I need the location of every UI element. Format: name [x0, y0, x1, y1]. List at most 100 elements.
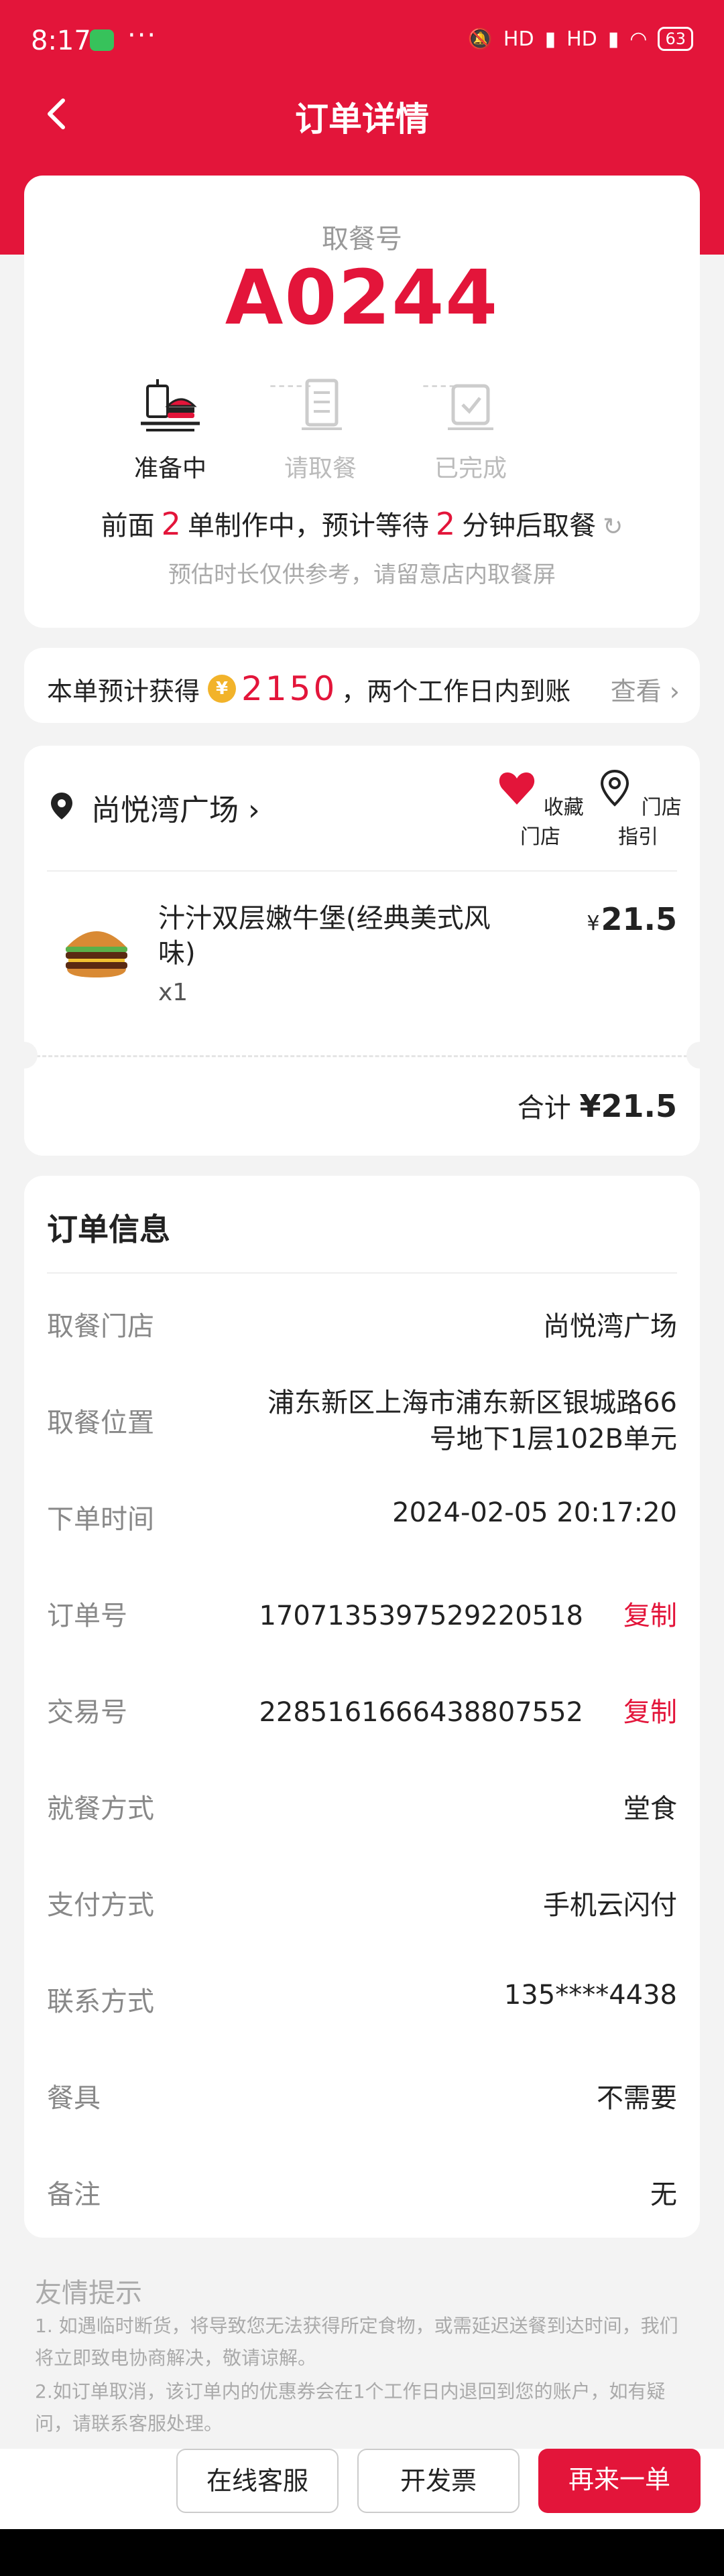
- view-label: 查看: [610, 677, 662, 706]
- pickup-number: A0244: [225, 255, 499, 342]
- status-time: 8:17: [31, 25, 91, 56]
- bottom-action-bar: 在线客服 开发票 再来一单: [0, 2449, 724, 2529]
- wifi-icon: ◠: [629, 27, 648, 51]
- food-tray-icon: [141, 379, 200, 431]
- queue-count: 2: [161, 506, 181, 542]
- divider: [47, 870, 677, 872]
- item-currency: ¥: [587, 912, 600, 935]
- step-completed: 已完成: [404, 377, 538, 484]
- info-value-line2: 号地下1层102B单元: [429, 1424, 677, 1454]
- info-key: 联系方式: [47, 1986, 154, 2017]
- wait-prefix: 前面: [101, 511, 155, 541]
- chevron-right-icon: ›: [239, 793, 260, 827]
- info-value: 无: [650, 2179, 677, 2210]
- info-value: 2024-02-05 20:17:20: [392, 1497, 677, 1528]
- receipt-icon: [302, 379, 342, 430]
- item-quantity: x1: [158, 979, 188, 1006]
- info-value: 1707135397529220518 复制: [259, 1594, 677, 1633]
- step-label: 请取餐: [284, 455, 357, 482]
- store-directions-button[interactable]: 门店指引: [591, 768, 685, 850]
- step-label: 准备中: [133, 455, 206, 482]
- order-number: 1707135397529220518: [259, 1601, 583, 1631]
- rewards-amount: 2150: [241, 669, 338, 708]
- store-name-link[interactable]: 尚悦湾广场 ›: [91, 786, 260, 829]
- status-more: ···: [127, 20, 158, 51]
- rewards-prefix: 本单预计获得: [47, 676, 200, 706]
- dashed-divider: [24, 1055, 700, 1057]
- wait-note: 预估时长仅供参考，请留意店内取餐屏: [168, 561, 556, 588]
- refresh-icon[interactable]: ↻: [603, 513, 623, 541]
- item-price: ¥21.5: [587, 901, 677, 937]
- system-nav-bar: [0, 2529, 724, 2576]
- battery-indicator: 63: [658, 27, 693, 51]
- heart-icon: [499, 772, 535, 805]
- wait-suffix: 分钟后取餐: [462, 511, 597, 541]
- order-total: 合计 ¥21.5: [518, 1086, 677, 1125]
- mute-icon: 🔕: [467, 27, 493, 51]
- info-key: 取餐位置: [47, 1408, 154, 1438]
- total-label: 合计: [517, 1093, 571, 1124]
- copy-transaction-number-button[interactable]: 复制: [623, 1697, 677, 1728]
- pickup-card: 取餐号 A0244 准备中 ----- 请取餐 ----- 已完成 前面 2 单…: [24, 176, 700, 628]
- info-key: 备注: [47, 2179, 101, 2210]
- info-value: 堂食: [623, 1793, 677, 1824]
- info-key: 交易号: [47, 1697, 127, 1728]
- burger-image: [66, 931, 127, 977]
- online-service-button[interactable]: 在线客服: [176, 2449, 339, 2513]
- step-ready: 请取餐: [253, 377, 387, 484]
- info-key: 订单号: [47, 1601, 127, 1631]
- signal-icon: ▮: [607, 27, 619, 51]
- info-value: 2285161666438807552 复制: [259, 1690, 677, 1729]
- info-value: 尚悦湾广场: [543, 1311, 677, 1342]
- signal-hd-1: HD: [503, 27, 534, 51]
- info-value: 不需要: [597, 2083, 677, 2114]
- step-label: 已完成: [434, 455, 507, 482]
- info-value: 手机云闪付: [543, 1890, 677, 1921]
- tips-title: 友情提示: [35, 2278, 142, 2309]
- ticket-notch: [686, 1042, 700, 1069]
- ticket-notch: [24, 1042, 38, 1069]
- tip-line: 问，请联系客服处理。: [35, 2413, 223, 2435]
- info-key: 下单时间: [47, 1504, 154, 1535]
- favorite-store-button[interactable]: 收藏门店: [493, 768, 587, 850]
- signal-hd-2: HD: [566, 27, 597, 51]
- info-value-line1: 浦东新区上海市浦东新区银城路66: [267, 1387, 677, 1418]
- status-bar: 8:17 ··· 🔕 HD ▮ HD ▮ ◠ 63: [0, 0, 724, 80]
- coin-icon: ¥: [208, 675, 237, 703]
- total-value: ¥21.5: [579, 1088, 677, 1124]
- pickup-label: 取餐号: [322, 224, 402, 255]
- store-card: 尚悦湾广场 › 收藏门店 门店指引 汁汁双层嫩牛堡(经典美式风味) x1 ¥21…: [24, 746, 700, 1156]
- info-key: 就餐方式: [47, 1793, 154, 1824]
- rewards-suffix: ，两个工作日内到账: [341, 676, 571, 706]
- location-pin-icon: [51, 793, 72, 819]
- copy-order-number-button[interactable]: 复制: [623, 1601, 677, 1631]
- nav-bar: 订单详情: [0, 80, 724, 147]
- item-name: 汁汁双层嫩牛堡(经典美式风味): [158, 903, 491, 969]
- page-title: 订单详情: [295, 100, 429, 139]
- reorder-button[interactable]: 再来一单: [538, 2449, 701, 2513]
- info-key: 餐具: [47, 2083, 101, 2114]
- wait-middle: 单制作中，预计等待: [187, 511, 429, 541]
- view-rewards-link[interactable]: 查看 ›: [611, 671, 680, 707]
- rewards-card[interactable]: 本单预计获得 ¥ 2150 ，两个工作日内到账 查看 ›: [24, 648, 700, 723]
- wait-estimate: 前面 2 单制作中，预计等待 2 分钟后取餐 ↻: [24, 504, 700, 543]
- rewards-text: 本单预计获得 ¥ 2150 ，两个工作日内到账: [47, 669, 570, 708]
- store-name: 尚悦湾广场: [91, 793, 239, 827]
- wechat-icon: [90, 29, 114, 51]
- invoice-button[interactable]: 开发票: [357, 2449, 520, 2513]
- order-info-title: 订单信息: [47, 1211, 170, 1247]
- step-preparing: 准备中: [103, 377, 237, 484]
- signal-icon: ▮: [544, 27, 556, 51]
- info-key: 取餐门店: [47, 1311, 154, 1342]
- item-price-value: 21.5: [601, 901, 678, 937]
- info-key: 支付方式: [47, 1890, 154, 1921]
- tip-line: 将立即致电协商解决，敬请谅解。: [35, 2347, 317, 2369]
- info-value: 135****4438: [503, 1980, 677, 2011]
- chevron-right-icon: ›: [661, 677, 680, 706]
- tip-line: 2.如订单取消，该订单内的优惠券会在1个工作日内退回到您的账户，如有疑: [35, 2380, 666, 2402]
- wait-minutes: 2: [435, 506, 456, 542]
- transaction-number: 2285161666438807552: [259, 1697, 583, 1728]
- map-pin-outline-icon: [601, 769, 629, 807]
- tip-line: 1. 如遇临时断货，将导致您无法获得所定食物，或需延迟送餐到达时间，我们: [35, 2315, 678, 2337]
- checkmark-bag-icon: [448, 384, 493, 430]
